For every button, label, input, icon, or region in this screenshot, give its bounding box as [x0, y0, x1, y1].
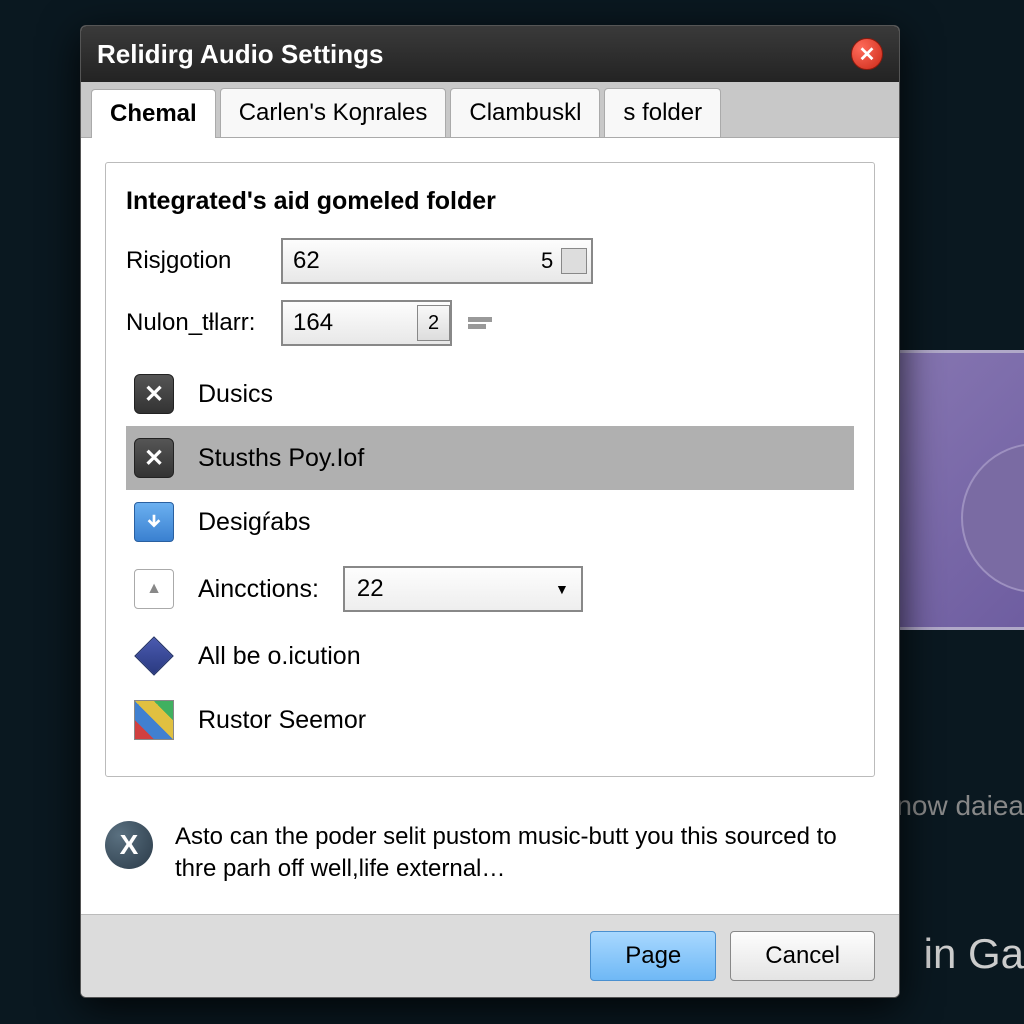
- settings-group: Integrated's aid gomeled folder Risjgoti…: [105, 162, 875, 777]
- list-item-stusths[interactable]: ✕ Stusths Poy.Iof: [126, 426, 854, 490]
- diamond-icon: [134, 636, 174, 676]
- options-list: ✕ Dusics ✕ Stusths Poy.Iof Desigŕabs ▲ A…: [126, 362, 854, 752]
- tab-carlens[interactable]: Carlen's Koɲrales: [220, 88, 447, 137]
- button-bar: Page Cancel: [81, 914, 899, 997]
- list-item-label: All be o.icution: [198, 642, 361, 671]
- tab-strip: Chemal Carlen's Koɲrales Clambuskl s fol…: [81, 82, 899, 138]
- risjgotion-aux: 5: [533, 248, 561, 274]
- group-title: Integrated's aid gomeled folder: [126, 187, 854, 216]
- nulon-input[interactable]: [283, 305, 413, 341]
- risjgotion-field[interactable]: 5: [281, 238, 593, 284]
- risjgotion-row: Risjgotion 5: [126, 238, 854, 284]
- list-item-desigrabs[interactable]: Desigŕabs: [126, 490, 854, 554]
- background-text: now daiea: [896, 790, 1024, 822]
- eject-icon: ▲: [134, 569, 174, 609]
- cancel-button[interactable]: Cancel: [730, 931, 875, 981]
- list-item-label: Aincctions:: [198, 575, 319, 604]
- combo-value: 22: [357, 575, 384, 603]
- list-item-dusics[interactable]: ✕ Dusics: [126, 362, 854, 426]
- info-row: X Asto can the poder selit pustom music-…: [81, 801, 899, 914]
- nulon-aux-button[interactable]: 2: [417, 305, 450, 341]
- chevron-down-icon: ▼: [555, 581, 569, 597]
- close-icon: ✕: [859, 42, 876, 67]
- list-item-aincctions: ▲ Aincctions: 22 ▼: [126, 554, 854, 624]
- equalizer-icon: [468, 317, 492, 329]
- grid-icon: [134, 700, 174, 740]
- page-button[interactable]: Page: [590, 931, 716, 981]
- risjgotion-stepper[interactable]: [561, 248, 587, 274]
- download-icon: [134, 502, 174, 542]
- settings-dialog: Relidirg Audio Settings ✕ Chemal Carlen'…: [80, 25, 900, 998]
- list-item-label: Rustor Seemor: [198, 706, 366, 735]
- close-button[interactable]: ✕: [851, 38, 883, 70]
- list-item-label: Stusths Poy.Iof: [198, 444, 364, 473]
- list-item-label: Desigŕabs: [198, 508, 311, 537]
- titlebar: Relidirg Audio Settings ✕: [81, 26, 899, 82]
- background-text-2: in Ga: [924, 930, 1024, 978]
- tab-panel: Integrated's aid gomeled folder Risjgoti…: [81, 138, 899, 801]
- risjgotion-input[interactable]: [283, 243, 533, 279]
- x-icon: ✕: [134, 438, 174, 478]
- list-item-label: Dusics: [198, 380, 273, 409]
- aincctions-combo[interactable]: 22 ▼: [343, 566, 583, 612]
- list-item-allbe[interactable]: All be o.icution: [126, 624, 854, 688]
- nulon-row: Nulon_tƚlarr: 2: [126, 300, 854, 346]
- nulon-field[interactable]: 2: [281, 300, 452, 346]
- tab-sfolder[interactable]: s folder: [604, 88, 721, 137]
- info-text: Asto can the poder selit pustom music-bu…: [175, 821, 875, 886]
- tab-chemal[interactable]: Chemal: [91, 89, 216, 138]
- list-item-rustor[interactable]: Rustor Seemor: [126, 688, 854, 752]
- nulon-label: Nulon_tƚlarr:: [126, 309, 281, 337]
- info-x-icon: X: [105, 821, 153, 869]
- tab-clambuskl[interactable]: Clambuskl: [450, 88, 600, 137]
- window-title: Relidirg Audio Settings: [97, 39, 383, 70]
- x-icon: ✕: [134, 374, 174, 414]
- risjgotion-label: Risjgotion: [126, 247, 281, 275]
